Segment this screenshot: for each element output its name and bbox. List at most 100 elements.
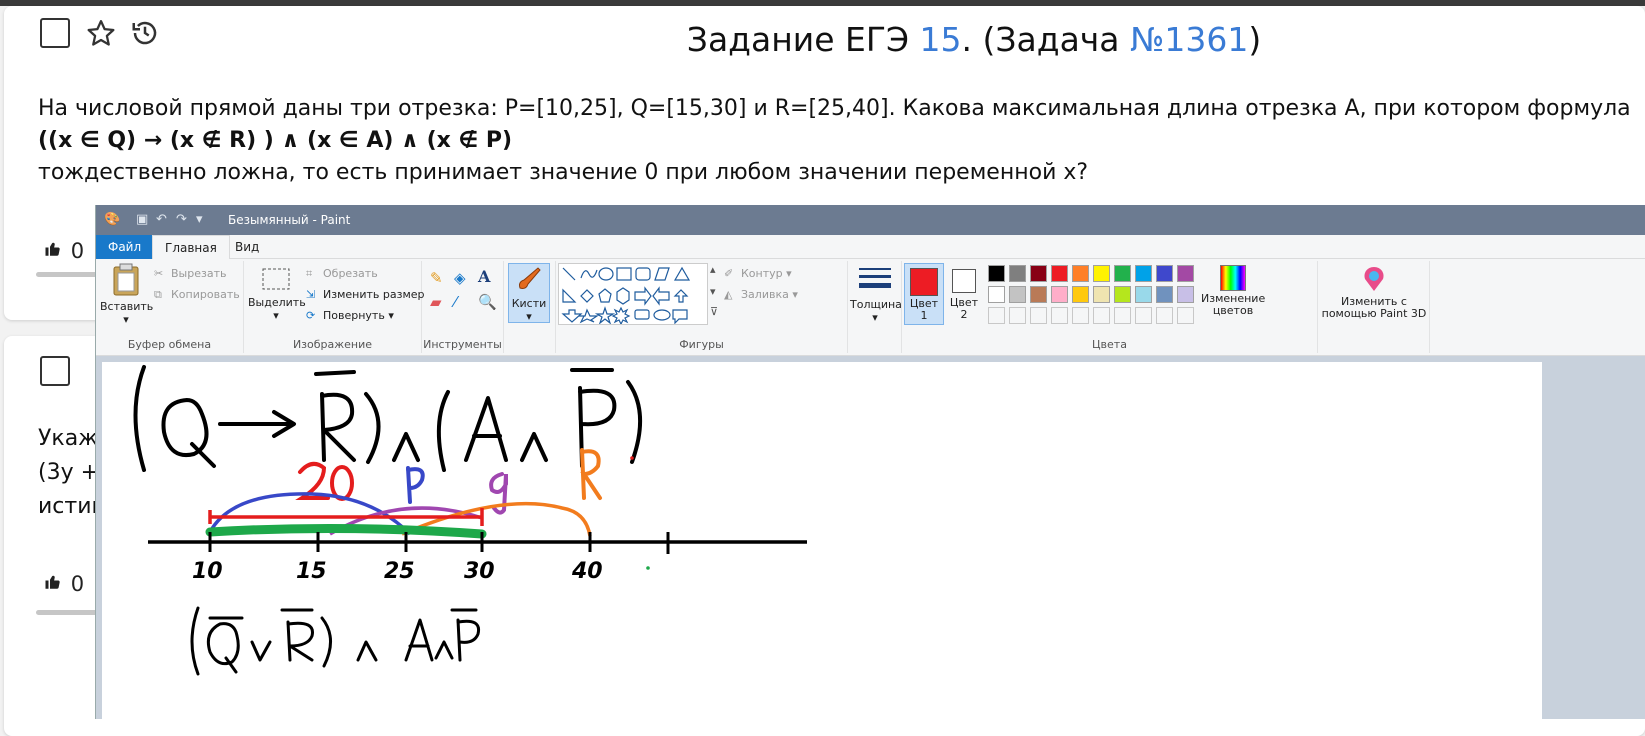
color-swatch[interactable]	[1135, 286, 1152, 303]
color-swatch[interactable]	[1051, 286, 1068, 303]
chevron-down-icon: ▾	[872, 311, 878, 324]
color-swatch[interactable]	[1156, 286, 1173, 303]
rotate-button[interactable]: ⟳ Повернуть ▾	[306, 309, 394, 323]
custom-color-slot[interactable]	[1135, 307, 1152, 324]
scissors-icon: ✂	[154, 267, 164, 280]
thumbs-up-icon[interactable]	[44, 572, 64, 596]
color-swatch[interactable]	[1051, 265, 1068, 282]
color-swatch[interactable]	[1030, 265, 1047, 282]
shapes-scroll-up[interactable]: ▴	[710, 263, 716, 276]
task-line-1: На числовой прямой даны три отрезка: P=[…	[38, 96, 1631, 121]
paint3d-group: Изменить с помощью Paint 3D	[1318, 261, 1430, 353]
color-swatch[interactable]	[1030, 286, 1047, 303]
color-swatch[interactable]	[988, 265, 1005, 282]
custom-color-slot[interactable]	[1030, 307, 1047, 324]
custom-color-slot[interactable]	[1009, 307, 1026, 324]
text-tool-icon[interactable]: A	[478, 267, 490, 286]
color-swatch[interactable]	[1093, 286, 1110, 303]
color-swatch[interactable]	[1009, 286, 1026, 303]
shapes-scroll-down[interactable]: ▾	[710, 285, 716, 298]
color-swatch[interactable]	[1135, 265, 1152, 282]
brushes-label: Кисти	[511, 297, 547, 310]
magnifier-icon[interactable]: 🔍	[478, 293, 497, 311]
task-text-partial-2: (3у +	[38, 460, 100, 485]
size-button[interactable]: Толщина ▾	[850, 265, 902, 324]
crop-label: Обрезать	[323, 267, 378, 280]
fill-button[interactable]: ◭ Заливка ▾	[724, 288, 798, 302]
paren-close-2	[626, 380, 643, 464]
canvas-area: 10 15 25 30 40	[96, 356, 1645, 722]
resize-icon: ⇲	[306, 288, 316, 301]
copy-label: Копировать	[171, 288, 240, 301]
undo-icon[interactable]: ↶	[156, 212, 167, 227]
color-swatch[interactable]	[1156, 265, 1173, 282]
paste-button[interactable]: Вставить ▾	[100, 263, 153, 326]
custom-color-slot[interactable]	[988, 307, 1005, 324]
shapes-expand[interactable]: ⊽	[710, 305, 718, 318]
custom-color-slot[interactable]	[1177, 307, 1194, 324]
like-count: 0	[70, 239, 85, 263]
custom-color-slot[interactable]	[1093, 307, 1110, 324]
color-picker-icon[interactable]: ⁄	[454, 293, 457, 311]
save-icon[interactable]: ▣	[136, 212, 148, 227]
red-dot	[630, 456, 634, 460]
redo-icon[interactable]: ↷	[176, 212, 187, 227]
select-button[interactable]: Выделить ▾	[248, 265, 306, 322]
tick-label-25: 25	[384, 559, 415, 584]
cut-button[interactable]: ✂ Вырезать	[154, 267, 226, 281]
thumbs-up-icon[interactable]	[44, 239, 64, 263]
custom-color-slot[interactable]	[1156, 307, 1173, 324]
edit-colors-button[interactable]: Изменение цветов	[1198, 265, 1268, 317]
like-counter-2[interactable]: 0	[44, 572, 84, 596]
paren-open-3	[190, 606, 200, 676]
tick-label-10: 10	[192, 559, 223, 584]
task-number-link[interactable]: №1361	[1130, 20, 1248, 59]
custom-color-slot[interactable]	[1051, 307, 1068, 324]
fill-label: Заливка	[741, 288, 789, 301]
color-swatch[interactable]	[1177, 286, 1194, 303]
customize-qat-icon[interactable]: ▾	[196, 212, 203, 227]
ribbon: Вставить ▾ ✂ Вырезать ⧉ Копировать Буфер о…	[96, 259, 1645, 356]
history-icon[interactable]	[130, 18, 160, 55]
crop-button[interactable]: ⌗ Обрезать	[306, 267, 378, 281]
like-counter[interactable]: 0	[44, 239, 84, 263]
color-swatch[interactable]	[988, 286, 1005, 303]
color-swatch[interactable]	[1177, 265, 1194, 282]
color1-button[interactable]: Цвет 1	[904, 263, 944, 325]
tab-file[interactable]: Файл	[96, 235, 152, 259]
line-width-icon	[859, 268, 891, 288]
color-swatch[interactable]	[1072, 286, 1089, 303]
fill-bucket-icon[interactable]: ◈	[454, 269, 466, 287]
and-3	[356, 640, 378, 662]
tab-home[interactable]: Главная	[152, 235, 230, 260]
color-swatch[interactable]	[1072, 265, 1089, 282]
select-checkbox[interactable]	[40, 18, 70, 48]
color-swatch[interactable]	[1009, 265, 1026, 282]
tab-view[interactable]: Вид	[223, 235, 271, 259]
green-dot	[646, 566, 650, 570]
eraser-icon[interactable]: ▰	[430, 293, 442, 311]
exam-number-link[interactable]: 15	[920, 20, 962, 59]
pencil-icon[interactable]: ✎	[430, 269, 443, 287]
rotate-label: Повернуть	[323, 309, 385, 322]
brushes-button[interactable]: Кисти ▾	[508, 263, 550, 323]
custom-color-slot[interactable]	[1072, 307, 1089, 324]
color-swatch[interactable]	[1114, 286, 1131, 303]
select-checkbox-2[interactable]	[40, 356, 70, 386]
resize-label: Изменить размер	[323, 288, 425, 301]
color-swatch[interactable]	[1093, 265, 1110, 282]
page-title: Задание ЕГЭ 15. (Задача №1361)	[564, 20, 1384, 59]
ribbon-tabs: Файл Главная Вид	[96, 235, 1645, 260]
paint-app-icon: 🎨	[104, 212, 121, 227]
color2-label: Цвет 2	[949, 296, 979, 321]
shapes-gallery[interactable]	[558, 263, 708, 326]
outline-button[interactable]: ✐ Контур ▾	[724, 267, 792, 281]
drawing-canvas[interactable]: 10 15 25 30 40	[102, 362, 1542, 722]
paint3d-button[interactable]: Изменить с помощью Paint 3D	[1320, 265, 1428, 320]
color2-button[interactable]: Цвет 2	[946, 263, 982, 325]
color-swatch[interactable]	[1114, 265, 1131, 282]
custom-color-slot[interactable]	[1114, 307, 1131, 324]
star-icon[interactable]	[86, 18, 116, 55]
copy-button[interactable]: ⧉ Копировать	[154, 288, 240, 302]
resize-button[interactable]: ⇲ Изменить размер	[306, 288, 425, 302]
